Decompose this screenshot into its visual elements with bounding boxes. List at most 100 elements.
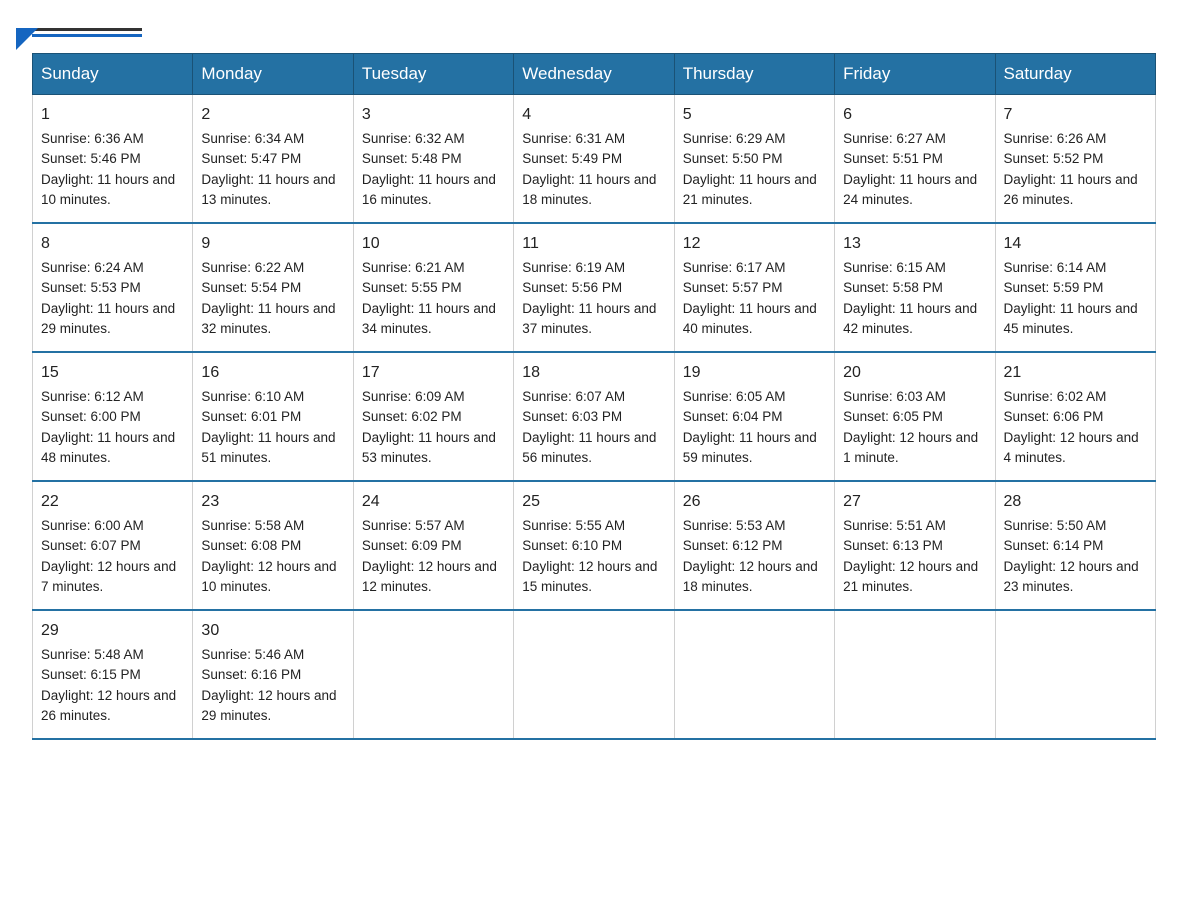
sunrise-text: Sunrise: 6:19 AM xyxy=(522,260,625,275)
sunrise-text: Sunrise: 6:03 AM xyxy=(843,389,946,404)
sunrise-text: Sunrise: 6:14 AM xyxy=(1004,260,1107,275)
calendar-day-cell: 20 Sunrise: 6:03 AM Sunset: 6:05 PM Dayl… xyxy=(835,352,995,481)
daylight-text: Daylight: 12 hours and 15 minutes. xyxy=(522,559,657,594)
calendar-day-cell: 3 Sunrise: 6:32 AM Sunset: 5:48 PM Dayli… xyxy=(353,95,513,224)
day-number: 18 xyxy=(522,361,665,385)
sunset-text: Sunset: 5:57 PM xyxy=(683,280,783,295)
sunrise-text: Sunrise: 6:05 AM xyxy=(683,389,786,404)
day-number: 26 xyxy=(683,490,826,514)
daylight-text: Daylight: 12 hours and 1 minute. xyxy=(843,430,978,465)
sunset-text: Sunset: 6:05 PM xyxy=(843,409,943,424)
daylight-text: Daylight: 11 hours and 53 minutes. xyxy=(362,430,496,465)
daylight-text: Daylight: 11 hours and 40 minutes. xyxy=(683,301,817,336)
calendar-day-cell: 28 Sunrise: 5:50 AM Sunset: 6:14 PM Dayl… xyxy=(995,481,1155,610)
day-number: 6 xyxy=(843,103,986,127)
sunset-text: Sunset: 5:47 PM xyxy=(201,151,301,166)
logo-triangle-icon xyxy=(16,28,38,50)
calendar-day-cell: 21 Sunrise: 6:02 AM Sunset: 6:06 PM Dayl… xyxy=(995,352,1155,481)
day-number: 9 xyxy=(201,232,344,256)
daylight-text: Daylight: 11 hours and 45 minutes. xyxy=(1004,301,1138,336)
day-number: 22 xyxy=(41,490,184,514)
daylight-text: Daylight: 11 hours and 24 minutes. xyxy=(843,172,977,207)
sunset-text: Sunset: 6:08 PM xyxy=(201,538,301,553)
page-header xyxy=(32,24,1156,37)
sunset-text: Sunset: 5:58 PM xyxy=(843,280,943,295)
daylight-text: Daylight: 11 hours and 16 minutes. xyxy=(362,172,496,207)
daylight-text: Daylight: 12 hours and 21 minutes. xyxy=(843,559,978,594)
sunset-text: Sunset: 5:54 PM xyxy=(201,280,301,295)
calendar-day-cell: 7 Sunrise: 6:26 AM Sunset: 5:52 PM Dayli… xyxy=(995,95,1155,224)
sunrise-text: Sunrise: 6:17 AM xyxy=(683,260,786,275)
calendar-header-row: Sunday Monday Tuesday Wednesday Thursday… xyxy=(33,54,1156,95)
sunset-text: Sunset: 6:00 PM xyxy=(41,409,141,424)
sunrise-text: Sunrise: 5:46 AM xyxy=(201,647,304,662)
sunrise-text: Sunrise: 6:31 AM xyxy=(522,131,625,146)
calendar-week-row: 1 Sunrise: 6:36 AM Sunset: 5:46 PM Dayli… xyxy=(33,95,1156,224)
sunset-text: Sunset: 5:52 PM xyxy=(1004,151,1104,166)
calendar-week-row: 22 Sunrise: 6:00 AM Sunset: 6:07 PM Dayl… xyxy=(33,481,1156,610)
col-wednesday: Wednesday xyxy=(514,54,674,95)
sunset-text: Sunset: 6:03 PM xyxy=(522,409,622,424)
sunset-text: Sunset: 5:56 PM xyxy=(522,280,622,295)
sunrise-text: Sunrise: 6:07 AM xyxy=(522,389,625,404)
sunrise-text: Sunrise: 5:58 AM xyxy=(201,518,304,533)
sunrise-text: Sunrise: 6:36 AM xyxy=(41,131,144,146)
sunset-text: Sunset: 5:51 PM xyxy=(843,151,943,166)
sunset-text: Sunset: 6:10 PM xyxy=(522,538,622,553)
calendar-day-cell: 14 Sunrise: 6:14 AM Sunset: 5:59 PM Dayl… xyxy=(995,223,1155,352)
day-number: 25 xyxy=(522,490,665,514)
sunrise-text: Sunrise: 6:00 AM xyxy=(41,518,144,533)
day-number: 17 xyxy=(362,361,505,385)
logo-line-2 xyxy=(32,34,142,37)
sunrise-text: Sunrise: 5:50 AM xyxy=(1004,518,1107,533)
calendar-day-cell xyxy=(995,610,1155,739)
day-number: 20 xyxy=(843,361,986,385)
calendar-day-cell: 4 Sunrise: 6:31 AM Sunset: 5:49 PM Dayli… xyxy=(514,95,674,224)
calendar-day-cell: 10 Sunrise: 6:21 AM Sunset: 5:55 PM Dayl… xyxy=(353,223,513,352)
daylight-text: Daylight: 12 hours and 18 minutes. xyxy=(683,559,818,594)
day-number: 10 xyxy=(362,232,505,256)
day-number: 11 xyxy=(522,232,665,256)
daylight-text: Daylight: 11 hours and 59 minutes. xyxy=(683,430,817,465)
calendar-day-cell: 19 Sunrise: 6:05 AM Sunset: 6:04 PM Dayl… xyxy=(674,352,834,481)
daylight-text: Daylight: 12 hours and 12 minutes. xyxy=(362,559,497,594)
calendar-day-cell: 27 Sunrise: 5:51 AM Sunset: 6:13 PM Dayl… xyxy=(835,481,995,610)
daylight-text: Daylight: 11 hours and 21 minutes. xyxy=(683,172,817,207)
daylight-text: Daylight: 11 hours and 13 minutes. xyxy=(201,172,335,207)
sunset-text: Sunset: 6:02 PM xyxy=(362,409,462,424)
sunset-text: Sunset: 6:04 PM xyxy=(683,409,783,424)
calendar-day-cell: 26 Sunrise: 5:53 AM Sunset: 6:12 PM Dayl… xyxy=(674,481,834,610)
calendar-week-row: 29 Sunrise: 5:48 AM Sunset: 6:15 PM Dayl… xyxy=(33,610,1156,739)
sunset-text: Sunset: 5:53 PM xyxy=(41,280,141,295)
calendar-day-cell: 9 Sunrise: 6:22 AM Sunset: 5:54 PM Dayli… xyxy=(193,223,353,352)
calendar-day-cell xyxy=(353,610,513,739)
daylight-text: Daylight: 11 hours and 37 minutes. xyxy=(522,301,656,336)
calendar-day-cell: 6 Sunrise: 6:27 AM Sunset: 5:51 PM Dayli… xyxy=(835,95,995,224)
sunrise-text: Sunrise: 6:21 AM xyxy=(362,260,465,275)
col-thursday: Thursday xyxy=(674,54,834,95)
sunset-text: Sunset: 6:13 PM xyxy=(843,538,943,553)
col-sunday: Sunday xyxy=(33,54,193,95)
logo-line-1 xyxy=(32,28,142,31)
sunrise-text: Sunrise: 5:48 AM xyxy=(41,647,144,662)
calendar-week-row: 8 Sunrise: 6:24 AM Sunset: 5:53 PM Dayli… xyxy=(33,223,1156,352)
sunrise-text: Sunrise: 6:15 AM xyxy=(843,260,946,275)
sunrise-text: Sunrise: 6:27 AM xyxy=(843,131,946,146)
sunrise-text: Sunrise: 6:22 AM xyxy=(201,260,304,275)
sunset-text: Sunset: 6:09 PM xyxy=(362,538,462,553)
day-number: 15 xyxy=(41,361,184,385)
calendar-day-cell: 23 Sunrise: 5:58 AM Sunset: 6:08 PM Dayl… xyxy=(193,481,353,610)
day-number: 24 xyxy=(362,490,505,514)
calendar-day-cell: 30 Sunrise: 5:46 AM Sunset: 6:16 PM Dayl… xyxy=(193,610,353,739)
sunset-text: Sunset: 6:16 PM xyxy=(201,667,301,682)
calendar-day-cell: 1 Sunrise: 6:36 AM Sunset: 5:46 PM Dayli… xyxy=(33,95,193,224)
sunrise-text: Sunrise: 6:32 AM xyxy=(362,131,465,146)
daylight-text: Daylight: 12 hours and 7 minutes. xyxy=(41,559,176,594)
sunrise-text: Sunrise: 6:02 AM xyxy=(1004,389,1107,404)
col-friday: Friday xyxy=(835,54,995,95)
sunrise-text: Sunrise: 6:29 AM xyxy=(683,131,786,146)
sunset-text: Sunset: 5:59 PM xyxy=(1004,280,1104,295)
daylight-text: Daylight: 12 hours and 4 minutes. xyxy=(1004,430,1139,465)
calendar-day-cell: 29 Sunrise: 5:48 AM Sunset: 6:15 PM Dayl… xyxy=(33,610,193,739)
sunset-text: Sunset: 5:46 PM xyxy=(41,151,141,166)
